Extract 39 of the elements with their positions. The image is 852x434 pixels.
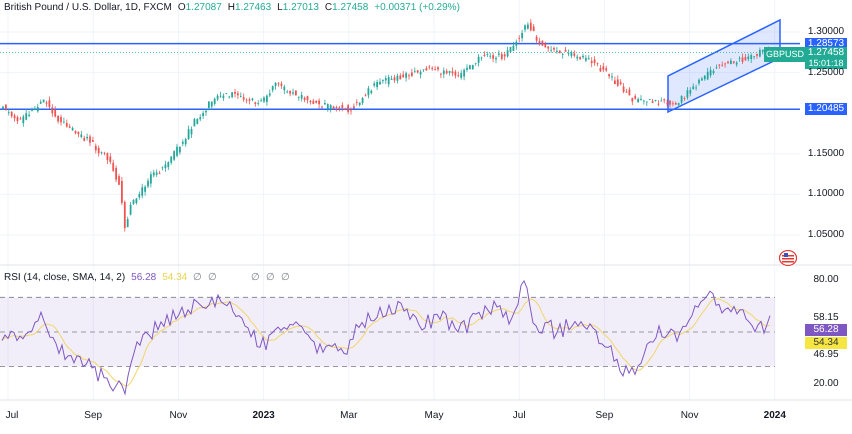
price-change: +0.00371 (+0.29%) — [374, 1, 460, 15]
price-tick: 1.25000 — [806, 66, 846, 79]
rsi-value: 56.28 — [131, 271, 156, 285]
empty-value-mark: ∅ — [208, 271, 218, 285]
time-label: Mar — [340, 410, 358, 422]
time-label: 2024 — [764, 410, 786, 422]
price-tick: 1.05000 — [806, 229, 846, 241]
empty-value-mark: ∅ — [251, 271, 260, 285]
sma-value: 54.34 — [162, 271, 188, 285]
rsi-tick: 58.15 — [812, 312, 840, 324]
time-label: Nov — [680, 410, 698, 422]
time-label: Jul — [512, 410, 526, 422]
time-label: Nov — [170, 410, 188, 422]
empty-value-mark: ∅ — [281, 271, 290, 285]
ohlc-value: L1.27013 — [277, 1, 319, 15]
empty-value-mark: ∅ — [193, 271, 202, 285]
rsi-value-label: 56.28 — [805, 324, 847, 336]
time-label: Jul — [6, 410, 18, 422]
last-price-label: 1.27458 15:01:18 — [805, 46, 847, 69]
time-label: 2023 — [252, 410, 275, 422]
time-label: Sep — [84, 410, 102, 422]
rsi-tick: 20.00 — [812, 378, 840, 390]
indicator-title: RSI (14, close, SMA, 14, 2) — [4, 271, 126, 285]
price-tick: 1.30000 — [806, 26, 846, 38]
chart-title: British Pound / U.S. Dollar, 1D, FXCM — [4, 1, 172, 15]
flag-icon — [779, 250, 797, 266]
line-price-label: 1.20485 — [805, 103, 847, 116]
rsi-tick: 46.95 — [812, 349, 840, 362]
rsi-tick: 80.00 — [812, 274, 840, 286]
ohlc-value: C1.27458 — [324, 1, 368, 15]
price-tick: 1.10000 — [806, 188, 846, 200]
empty-value-mark: ∅ — [266, 271, 276, 285]
price-tick: 1.15000 — [806, 148, 846, 160]
sma-value-label: 54.34 — [805, 336, 847, 349]
time-label: Sep — [596, 410, 614, 422]
ohlc-value: H1.27463 — [228, 1, 272, 15]
symbol-tag: GBPUSD — [764, 47, 806, 62]
ohlc-value: O1.27087 — [178, 1, 222, 15]
time-label: May — [424, 410, 444, 422]
